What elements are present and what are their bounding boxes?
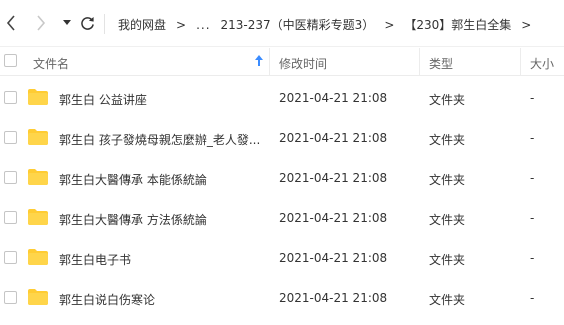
- file-size: -: [530, 291, 535, 305]
- breadcrumb-separator: >: [521, 17, 532, 32]
- file-size: -: [530, 91, 535, 105]
- file-size: -: [530, 211, 535, 225]
- row-checkbox[interactable]: [4, 171, 17, 184]
- folder-icon: [27, 128, 49, 149]
- modified-time: 2021-04-21 21:08: [279, 131, 388, 145]
- modified-time: 2021-04-21 21:08: [279, 171, 388, 185]
- column-size-header[interactable]: 大小: [530, 55, 554, 72]
- forward-button[interactable]: [33, 14, 49, 32]
- file-browser: 我的网盘 > ... 213-237（中医精彩专题3） > 【230】郭生白全集…: [0, 0, 564, 325]
- file-type: 文件夹: [429, 213, 466, 227]
- file-size: -: [530, 131, 535, 145]
- breadcrumb-separator: >: [384, 17, 395, 32]
- table-row[interactable]: 郭生白 公益讲座 2021-04-21 21:08 文件夹 -: [0, 78, 564, 118]
- breadcrumb-folder-213-237[interactable]: 213-237（中医精彩专题3）: [221, 16, 375, 33]
- file-type: 文件夹: [429, 133, 466, 147]
- column-name-header[interactable]: 文件名: [33, 55, 69, 72]
- file-name[interactable]: 郭生白 公益讲座: [59, 91, 147, 108]
- file-type: 文件夹: [429, 93, 466, 107]
- column-modified-header[interactable]: 修改时间: [279, 55, 327, 72]
- table-row[interactable]: 郭生白电子书 2021-04-21 21:08 文件夹 -: [0, 238, 564, 278]
- folder-icon: [27, 168, 49, 189]
- table-row[interactable]: 郭生白说白伤寒论 2021-04-21 21:08 文件夹 -: [0, 278, 564, 318]
- chevron-right-icon: [37, 15, 46, 31]
- file-size: -: [530, 171, 535, 185]
- file-name[interactable]: 郭生白说白伤寒论: [59, 291, 155, 308]
- chevron-left-icon: [6, 15, 15, 31]
- toolbar: 我的网盘 > ... 213-237（中医精彩专题3） > 【230】郭生白全集…: [0, 0, 564, 44]
- file-size: -: [530, 251, 535, 265]
- row-checkbox[interactable]: [4, 211, 17, 224]
- folder-icon: [27, 88, 49, 109]
- file-type: 文件夹: [429, 173, 466, 187]
- file-name[interactable]: 郭生白 孩子發燒母親怎麼辦_老人發...: [59, 131, 260, 148]
- select-all-checkbox[interactable]: [4, 54, 17, 67]
- table-row[interactable]: 郭生白 孩子發燒母親怎麼辦_老人發... 2021-04-21 21:08 文件…: [0, 118, 564, 158]
- toolbar-divider: [104, 14, 105, 34]
- column-header: 文件名 修改时间 类型 大小: [0, 46, 564, 76]
- table-row[interactable]: 郭生白大醫傳承 方法係統論 2021-04-21 21:08 文件夹 -: [0, 198, 564, 238]
- history-dropdown-button[interactable]: [59, 14, 75, 32]
- sort-asc-icon[interactable]: [254, 54, 264, 70]
- row-checkbox[interactable]: [4, 251, 17, 264]
- column-divider[interactable]: [269, 48, 270, 76]
- modified-time: 2021-04-21 21:08: [279, 91, 388, 105]
- row-checkbox[interactable]: [4, 131, 17, 144]
- row-checkbox[interactable]: [4, 91, 17, 104]
- breadcrumb-folder-current[interactable]: 【230】郭生白全集: [404, 16, 511, 33]
- modified-time: 2021-04-21 21:08: [279, 211, 388, 225]
- refresh-button[interactable]: [79, 14, 95, 32]
- row-checkbox[interactable]: [4, 291, 17, 304]
- column-divider[interactable]: [419, 48, 420, 76]
- caret-down-icon: [63, 20, 71, 25]
- breadcrumb-separator: >: [176, 17, 187, 32]
- column-type-header[interactable]: 类型: [429, 55, 453, 72]
- table-row[interactable]: 郭生白大醫傳承 本能係統論 2021-04-21 21:08 文件夹 -: [0, 158, 564, 198]
- folder-icon: [27, 208, 49, 229]
- folder-icon: [27, 288, 49, 309]
- file-name[interactable]: 郭生白大醫傳承 方法係統論: [59, 211, 207, 228]
- modified-time: 2021-04-21 21:08: [279, 251, 388, 265]
- column-divider[interactable]: [520, 48, 521, 76]
- back-button[interactable]: [3, 14, 19, 32]
- file-type: 文件夹: [429, 253, 466, 267]
- refresh-icon: [80, 16, 94, 30]
- folder-icon: [27, 248, 49, 269]
- breadcrumb-root[interactable]: 我的网盘: [118, 16, 166, 33]
- breadcrumb-ellipsis[interactable]: ...: [196, 18, 210, 32]
- modified-time: 2021-04-21 21:08: [279, 291, 388, 305]
- file-type: 文件夹: [429, 293, 466, 307]
- file-name[interactable]: 郭生白大醫傳承 本能係統論: [59, 171, 207, 188]
- file-name[interactable]: 郭生白电子书: [59, 251, 131, 268]
- breadcrumb: 我的网盘 > ... 213-237（中医精彩专题3） > 【230】郭生白全集…: [118, 16, 541, 33]
